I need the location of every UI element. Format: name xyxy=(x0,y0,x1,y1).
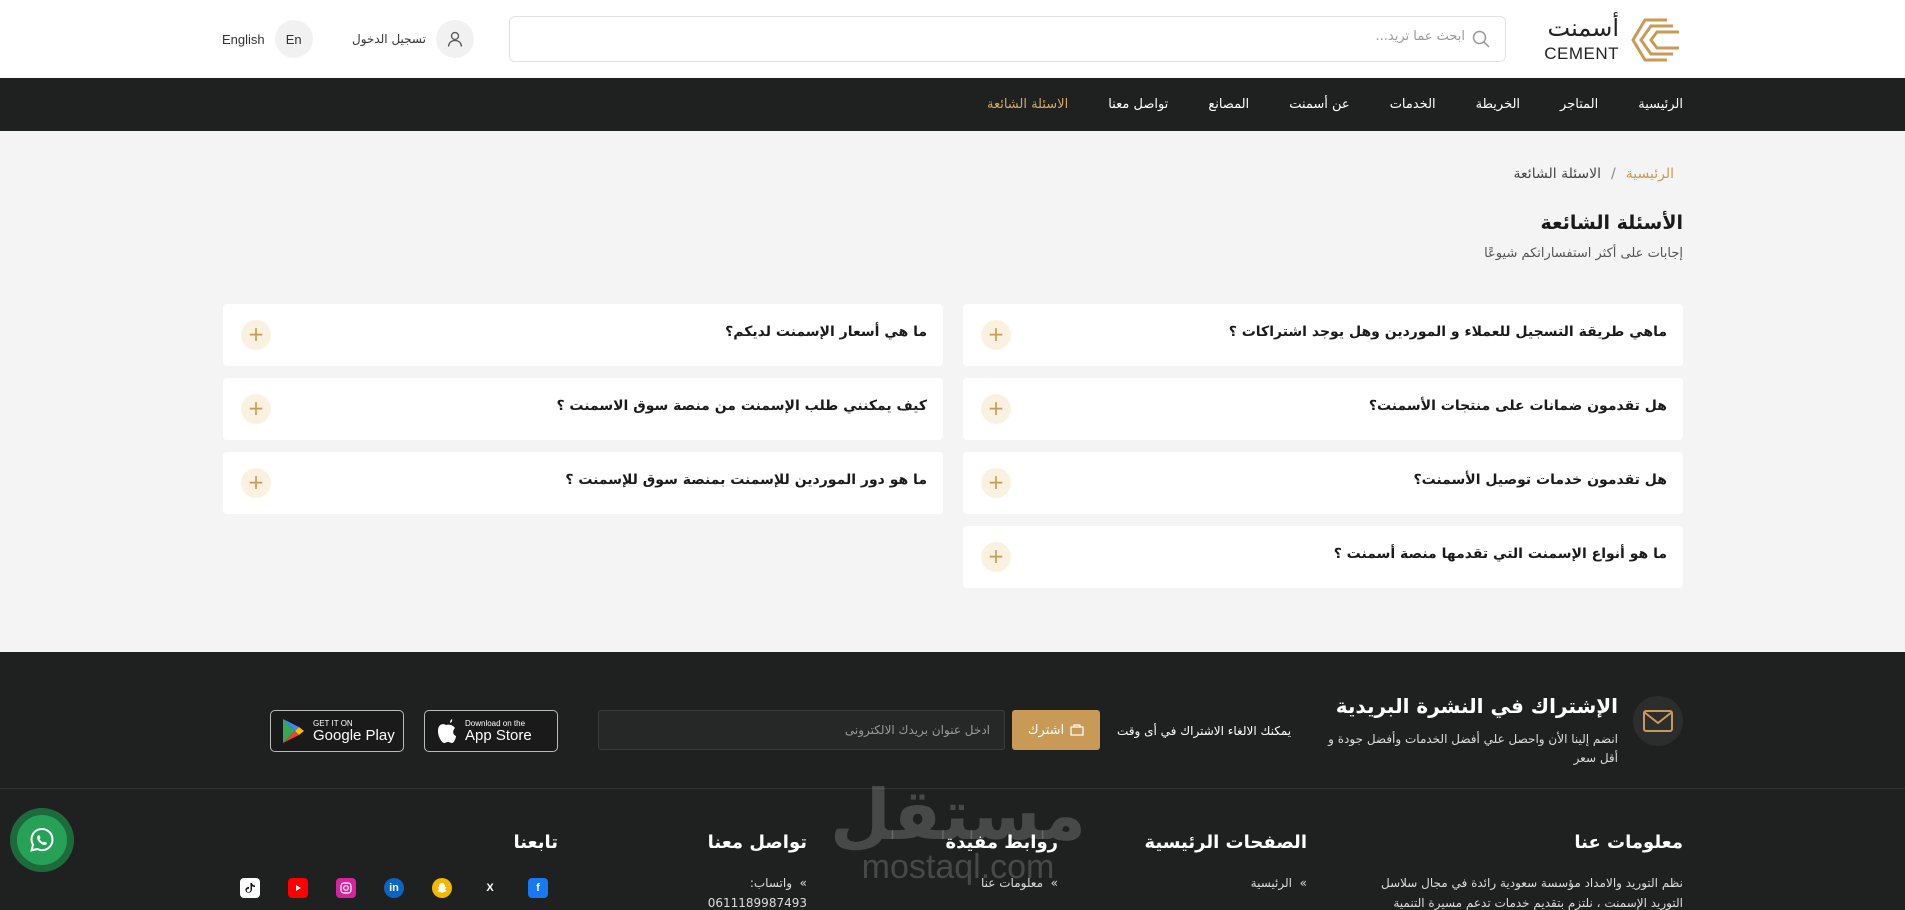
watermark-en: mostaql.com xyxy=(861,848,1055,886)
footer-link-label: الرئيسية xyxy=(1250,876,1293,890)
site-header: أسمنت CEMENT تسجيل الدخول English En xyxy=(0,0,1905,78)
email-input[interactable] xyxy=(599,711,1004,749)
breadcrumb-current: الاسئلة الشائعة xyxy=(1513,166,1602,182)
faq-question: كيف يمكنني طلب الإسمنت من منصة سوق الاسم… xyxy=(556,398,927,414)
main-nav: الرئيسية المتاجر الخريطة الخدمات عن أسمن… xyxy=(0,78,1905,131)
nav-item-map[interactable]: الخريطة xyxy=(1476,97,1520,112)
language-switch[interactable]: English En xyxy=(222,20,313,58)
follow-title: تابعنا xyxy=(513,832,558,853)
pages-title: الصفحات الرئيسية xyxy=(1144,832,1307,853)
page-subtitle: إجابات على أكثر استفساراتكم شيوعًا xyxy=(1484,246,1683,261)
chevron-icon: » xyxy=(792,876,807,890)
nav-item-home[interactable]: الرئيسية xyxy=(1638,97,1683,112)
plus-icon[interactable]: + xyxy=(241,320,271,350)
user-icon xyxy=(435,20,474,58)
google-play-text: GET IT ON Google Play xyxy=(313,719,395,744)
instagram-icon[interactable] xyxy=(336,878,356,898)
google-play-big: Google Play xyxy=(313,726,395,744)
mostaql-watermark: مستقل mostaql.com xyxy=(830,780,1086,884)
about-text: نظم التوريد والامداد مؤسسة سعودية رائدة … xyxy=(1381,876,1683,890)
footer-link[interactable]: » الرئيسية xyxy=(1251,876,1307,890)
whatsapp-button[interactable] xyxy=(10,808,74,872)
chevron-icon: » xyxy=(1292,876,1307,890)
x-twitter-icon[interactable]: X xyxy=(480,878,500,898)
contact-phone[interactable]: 0611189987493 xyxy=(708,896,807,910)
language-label: English xyxy=(222,31,265,47)
language-badge: En xyxy=(274,20,313,58)
cement-logo-icon xyxy=(1631,18,1679,62)
tiktok-icon[interactable] xyxy=(240,878,260,898)
faq-question: ما هو أنواع الإسمنت التي تقدمها منصة أسم… xyxy=(1333,546,1667,562)
plus-icon[interactable]: + xyxy=(981,468,1011,498)
breadcrumb-home-link[interactable]: الرئيسية xyxy=(1626,166,1674,182)
plus-icon[interactable]: + xyxy=(981,542,1011,572)
nav-item-faq[interactable]: الاسئلة الشائعة xyxy=(987,97,1068,112)
plus-icon[interactable]: + xyxy=(981,394,1011,424)
faq-item[interactable]: ما هو دور الموردين للإسمنت بمنصة سوق للإ… xyxy=(223,452,943,514)
logo-text-en: CEMENT xyxy=(1544,44,1619,63)
app-store-text: Download on the App Store xyxy=(465,719,532,744)
faq-question: ماهي طريقة التسجيل للعملاء و الموردين وه… xyxy=(1228,324,1667,340)
logo-text-ar: أسمنت xyxy=(1547,14,1619,42)
nav-item-contact[interactable]: تواصل معنا xyxy=(1108,97,1168,112)
page-title: الأسئلة الشائعة xyxy=(1540,212,1684,234)
contact-whatsapp-label: واتساب: xyxy=(749,876,793,890)
search-bar[interactable] xyxy=(509,16,1506,62)
nav-item-stores[interactable]: المتاجر xyxy=(1560,97,1598,112)
about-text: التوريد الإسمنت ، نلتزم بتقديم خدمات تدع… xyxy=(1393,896,1683,910)
app-store-button[interactable]: Download on the App Store xyxy=(424,710,558,752)
breadcrumb: الرئيسية / الاسئلة الشائعة xyxy=(1514,166,1674,182)
plus-icon[interactable]: + xyxy=(241,394,271,424)
subscribe-icon xyxy=(1070,724,1084,736)
faq-item[interactable]: هل تقدمون ضمانات على منتجات الأسمنت؟ + xyxy=(963,378,1683,440)
linkedin-icon[interactable]: in xyxy=(384,878,404,898)
faq-item[interactable]: ماهي طريقة التسجيل للعملاء و الموردين وه… xyxy=(963,304,1683,366)
contact-whatsapp[interactable]: » واتساب: xyxy=(750,876,807,890)
login-label: تسجيل الدخول xyxy=(352,32,426,46)
faq-item[interactable]: كيف يمكنني طلب الإسمنت من منصة سوق الاسم… xyxy=(223,378,943,440)
unsubscribe-note: يمكنك الالغاء الاشتراك في أى وقت xyxy=(1117,724,1292,738)
facebook-icon[interactable]: f xyxy=(528,878,548,898)
breadcrumb-separator: / xyxy=(1611,166,1616,182)
search-input[interactable] xyxy=(565,29,1465,44)
faq-question: ما هو دور الموردين للإسمنت بمنصة سوق للإ… xyxy=(565,472,927,488)
login-button[interactable]: تسجيل الدخول xyxy=(352,20,474,58)
nav-item-about[interactable]: عن أسمنت xyxy=(1289,97,1350,112)
mail-icon xyxy=(1633,696,1683,746)
apple-icon xyxy=(438,719,456,743)
snapchat-icon[interactable] xyxy=(432,878,452,898)
google-play-button[interactable]: GET IT ON Google Play xyxy=(270,710,404,752)
faq-item[interactable]: ما هو أنواع الإسمنت التي تقدمها منصة أسم… xyxy=(963,526,1683,588)
plus-icon[interactable]: + xyxy=(241,468,271,498)
search-icon[interactable] xyxy=(1471,29,1491,49)
newsletter-email-field[interactable] xyxy=(598,710,1005,750)
subscribe-button[interactable]: اشترك xyxy=(1012,710,1100,750)
site-logo[interactable]: أسمنت CEMENT xyxy=(1533,14,1683,66)
youtube-icon[interactable] xyxy=(288,878,308,898)
contact-title: تواصل معنا xyxy=(707,832,807,853)
watermark-ar: مستقل xyxy=(830,774,1087,856)
app-store-big: App Store xyxy=(465,726,532,744)
nav-item-factories[interactable]: المصانع xyxy=(1208,97,1249,112)
faq-item[interactable]: هل تقدمون خدمات توصيل الأسمنت؟ + xyxy=(963,452,1683,514)
faq-item[interactable]: ما هي أسعار الإسمنت لديكم؟ + xyxy=(223,304,943,366)
google-play-icon xyxy=(283,719,304,743)
faq-question: هل تقدمون خدمات توصيل الأسمنت؟ xyxy=(1413,472,1668,488)
newsletter-title: الإشتراك في النشرة البريدية xyxy=(1335,694,1618,718)
newsletter-subtitle: انضم إلينا الأن واحصل علي أفضل الخدمات و… xyxy=(1328,732,1618,765)
faq-question: ما هي أسعار الإسمنت لديكم؟ xyxy=(725,324,927,340)
nav-item-services[interactable]: الخدمات xyxy=(1390,97,1436,112)
faq-question: هل تقدمون ضمانات على منتجات الأسمنت؟ xyxy=(1368,398,1667,414)
whatsapp-icon xyxy=(17,815,67,865)
about-title: معلومات عنا xyxy=(1574,832,1683,853)
subscribe-label: اشترك xyxy=(1027,722,1065,738)
plus-icon[interactable]: + xyxy=(981,320,1011,350)
